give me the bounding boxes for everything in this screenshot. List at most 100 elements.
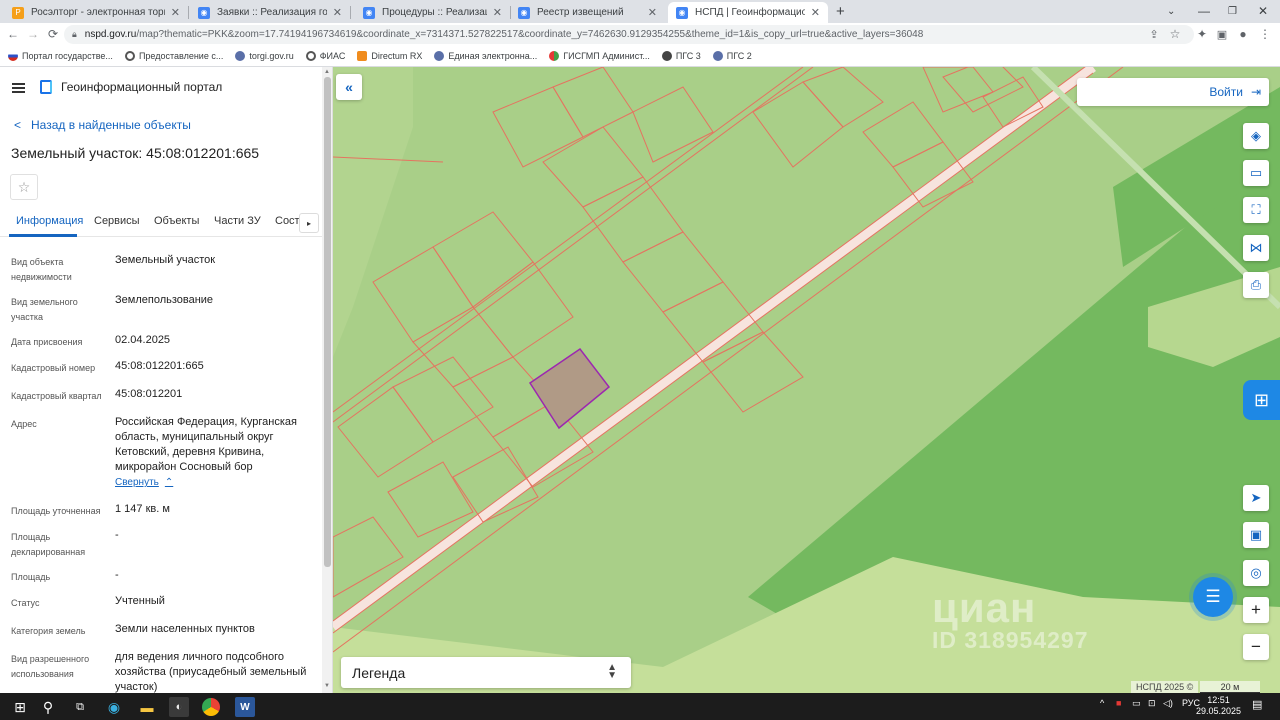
close-tab-icon[interactable]: ✕ xyxy=(171,6,180,19)
print-icon[interactable]: ⎙ xyxy=(1243,272,1269,298)
url-path: /map?thematic=PKK&zoom=17.74194196734619… xyxy=(136,29,924,40)
ruler-icon[interactable]: ▭ xyxy=(1243,160,1269,186)
chevron-left-icon: < xyxy=(14,118,22,132)
hamburger-menu-icon[interactable] xyxy=(12,83,25,93)
tab-separator xyxy=(188,6,189,19)
chrome-icon[interactable] xyxy=(202,698,220,716)
bookmark-item[interactable]: ПГС 3 xyxy=(661,51,701,61)
bookmark-item[interactable]: Единая электронна... xyxy=(434,51,537,61)
layers-icon[interactable]: ◈ xyxy=(1243,123,1269,149)
windows-taskbar: ⊞ ⚲ ⧉ ◉ ▬ ◐ W ^ ■ ▭ ⊡ ◁) РУС 12:51 29.05… xyxy=(0,693,1280,720)
scrollbar-thumb[interactable] xyxy=(324,77,331,567)
tab-title: Росэлторг - электронная торгов xyxy=(31,7,165,18)
chat-icon[interactable]: ☰ xyxy=(1193,577,1233,617)
back-to-results-link[interactable]: < Назад в найденные объекты xyxy=(14,118,191,132)
menu-kebab-icon[interactable]: ⋮ xyxy=(1256,25,1274,43)
bookmark-item[interactable]: ГИСГМП Админист... xyxy=(549,51,650,61)
side-panel-icon[interactable]: ▣ xyxy=(1213,25,1231,43)
watermark-id: ID 318954297 xyxy=(932,627,1089,653)
close-tab-icon[interactable]: ✕ xyxy=(648,6,657,19)
collapse-link[interactable]: Свернуть ⌃ xyxy=(115,475,173,490)
tab-title: Процедуры :: Реализация госим xyxy=(382,7,487,18)
emblem-icon xyxy=(434,51,445,61)
close-tab-icon[interactable]: ✕ xyxy=(333,6,342,19)
tab-information[interactable]: Информация xyxy=(16,215,83,227)
directum-icon xyxy=(357,51,368,61)
property-label: Вид земельного участка xyxy=(11,297,78,322)
share-icon[interactable]: ⇪ xyxy=(1145,25,1163,43)
new-tab-button[interactable]: + xyxy=(836,0,845,22)
zoom-out-button[interactable]: − xyxy=(1243,634,1269,660)
bookmark-item[interactable]: Портал государстве... xyxy=(8,51,113,61)
selected-parcel[interactable] xyxy=(528,347,611,430)
clock[interactable]: 12:51 29.05.2025 xyxy=(1196,695,1241,717)
bookmark-item[interactable]: ФИАС xyxy=(305,51,345,61)
bookmark-item[interactable]: torgi.gov.ru xyxy=(235,51,294,61)
task-view-icon[interactable]: ⧉ xyxy=(70,697,90,717)
tab-title: Заявки :: Реализация госимущес xyxy=(217,7,327,18)
flag-icon xyxy=(8,51,18,61)
tray-app-icon[interactable]: ■ xyxy=(1116,698,1121,708)
network-icon[interactable]: ⊡ xyxy=(1148,698,1156,709)
tab-search-icon[interactable]: ⌄ xyxy=(1167,0,1175,22)
property-value: для ведения личного подсобного хозяйства… xyxy=(115,651,307,693)
app-icon[interactable]: ◐ xyxy=(169,697,189,717)
favorite-star-icon[interactable]: ☆ xyxy=(10,174,38,200)
locate-arrow-icon[interactable]: ➤ xyxy=(1243,485,1269,511)
bookmark-star-icon[interactable]: ☆ xyxy=(1166,25,1184,43)
reload-icon[interactable]: ⟳ xyxy=(44,25,62,43)
windows-start-icon[interactable]: ⊞ xyxy=(10,697,30,717)
notifications-icon[interactable]: ▤ xyxy=(1252,698,1262,711)
panel-scrollbar[interactable]: ▲ ▼ xyxy=(322,67,332,693)
zoom-in-button[interactable]: + xyxy=(1243,597,1269,623)
tab-services[interactable]: Сервисы xyxy=(94,215,140,227)
login-label: Войти xyxy=(1209,85,1243,99)
tray-overflow-icon[interactable]: ^ xyxy=(1100,698,1104,708)
watermark-text: циан xyxy=(932,584,1037,631)
browser-tab[interactable]: ◉ Реестр извещений ✕ xyxy=(510,2,665,23)
collapse-panel-button[interactable]: « xyxy=(336,74,362,100)
tab-objects[interactable]: Объекты xyxy=(154,215,199,227)
close-tab-icon[interactable]: ✕ xyxy=(493,6,502,19)
bookmarks-bar: Портал государстве... Предоставление с..… xyxy=(0,46,1280,67)
edge-icon[interactable]: ◉ xyxy=(104,697,124,717)
forward-arrow-icon[interactable]: → xyxy=(24,25,42,43)
browser-tab[interactable]: ◉ Заявки :: Реализация госимущес ✕ xyxy=(190,2,350,23)
word-icon[interactable]: W xyxy=(235,697,255,717)
back-arrow-icon[interactable]: ← xyxy=(4,25,22,43)
search-icon[interactable]: ⚲ xyxy=(38,697,58,717)
scroll-up-icon[interactable]: ▲ xyxy=(324,69,330,75)
tray-monitor-icon[interactable]: ▭ xyxy=(1132,698,1141,709)
browser-tab-active[interactable]: ◉ НСПД | Геоинформационный п ✕ xyxy=(668,2,828,23)
url-bar[interactable]: 🔒︎ nspd.gov.ru/map?thematic=PKK&zoom=17.… xyxy=(64,25,1194,44)
geolocation-icon[interactable]: ◎ xyxy=(1243,560,1269,586)
bookmark-item[interactable]: ПГС 2 xyxy=(712,51,752,61)
close-tab-icon[interactable]: ✕ xyxy=(811,6,820,19)
file-explorer-icon[interactable]: ▬ xyxy=(137,697,157,717)
tabs-next-arrow-icon[interactable]: ▸ xyxy=(299,213,319,233)
share-icon[interactable]: ⋈ xyxy=(1243,235,1269,261)
watermark: циан ID 318954297 xyxy=(932,587,1089,653)
browser-tab[interactable]: Р Росэлторг - электронная торгов ✕ xyxy=(4,2,188,23)
property-value-address: Российская Федерация, Курганская область… xyxy=(115,415,311,490)
browser-tab[interactable]: ◉ Процедуры :: Реализация госим ✕ xyxy=(355,2,510,23)
clock-time: 12:51 xyxy=(1207,695,1230,705)
close-window-icon[interactable]: ✕ xyxy=(1258,0,1268,22)
legend-selector[interactable]: Легенда ▲ ▼ xyxy=(341,657,631,688)
minimap-icon[interactable]: ▣ xyxy=(1243,522,1269,548)
volume-icon[interactable]: ◁) xyxy=(1163,698,1173,709)
bookmark-item[interactable]: Предоставление с... xyxy=(124,51,223,61)
assistant-tab-icon[interactable]: ⊞ xyxy=(1243,380,1280,420)
map-canvas[interactable] xyxy=(333,67,1280,693)
tab-parts[interactable]: Части ЗУ xyxy=(214,215,261,227)
minimize-icon[interactable]: — xyxy=(1198,0,1210,22)
bookmark-item[interactable]: Directum RX xyxy=(357,51,422,61)
profile-icon[interactable]: ● xyxy=(1234,25,1252,43)
extensions-icon[interactable]: ✦ xyxy=(1193,25,1211,43)
scroll-down-icon[interactable]: ▼ xyxy=(324,683,330,689)
login-button[interactable]: Войти ⇥ xyxy=(1077,78,1269,106)
select-area-icon[interactable]: ⛶ xyxy=(1243,197,1269,223)
emblem-icon xyxy=(235,51,246,61)
restore-icon[interactable]: ❐ xyxy=(1228,0,1237,22)
cadastral-map[interactable] xyxy=(333,67,1280,693)
